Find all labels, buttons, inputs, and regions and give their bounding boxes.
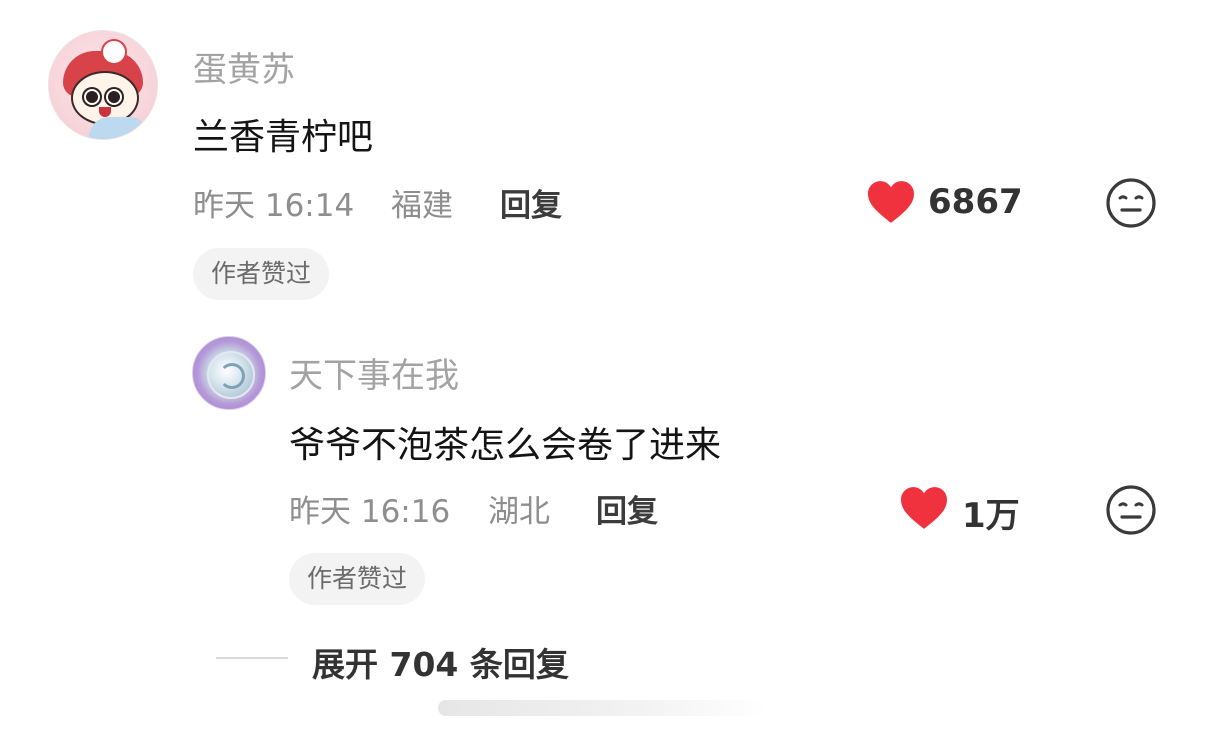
comment-text: 兰香青柠吧 <box>193 117 374 158</box>
reply-username[interactable]: 天下事在我 <box>289 348 459 397</box>
reply-text: 爷爷不泡茶怎么会卷了进来 <box>289 425 722 466</box>
expand-divider <box>216 657 288 659</box>
comment-location: 福建 <box>391 188 453 224</box>
reply-like-count: 1万 <box>962 496 1020 536</box>
reply-meh-face-icon[interactable] <box>1105 484 1157 536</box>
reply-heart-icon[interactable] <box>898 485 950 531</box>
reply-location: 湖北 <box>488 494 550 530</box>
reply-author-liked-badge: 作者赞过 <box>289 553 426 605</box>
home-indicator[interactable] <box>438 700 768 716</box>
reply-reply-button[interactable]: 回复 <box>596 486 658 531</box>
comment-username[interactable]: 蛋黄苏 <box>193 42 295 91</box>
avatar-reply[interactable] <box>192 336 266 410</box>
reply-time: 昨天 16:16 <box>289 494 451 530</box>
expand-replies-button[interactable]: 展开 704 条回复 <box>312 638 569 686</box>
heart-icon[interactable] <box>865 179 917 225</box>
comment-reply-button[interactable]: 回复 <box>500 180 562 225</box>
comment-time: 昨天 16:14 <box>193 188 355 224</box>
comment-like-count: 6867 <box>928 182 1023 222</box>
avatar-comment[interactable] <box>48 30 158 140</box>
meh-face-icon[interactable] <box>1105 177 1157 229</box>
author-liked-badge: 作者赞过 <box>193 248 330 300</box>
